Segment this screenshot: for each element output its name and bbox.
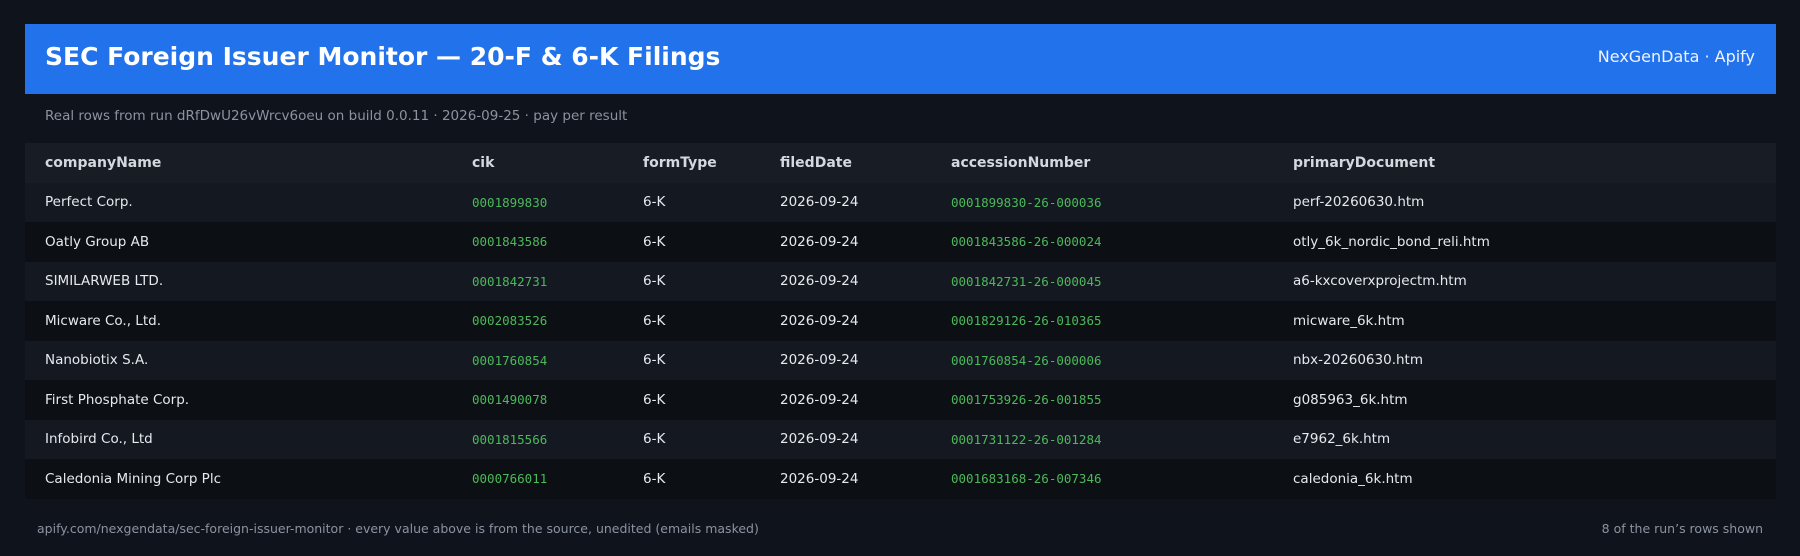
column-header-formtype[interactable]: formType — [643, 143, 717, 183]
filed-date-cell: 2026-09-24 — [780, 194, 859, 211]
filed-date-cell: 2026-09-24 — [780, 391, 859, 408]
company-name-cell: Infobird Co., Ltd — [45, 431, 153, 448]
cik-cell: 0001490078 — [472, 392, 548, 408]
table-header-row: companyName cik formType filedDate acces… — [25, 143, 1776, 183]
source-url-footer: apify.com/nexgendata/sec-foreign-issuer-… — [37, 521, 759, 536]
accession-number-cell: 0001843586-26-000024 — [951, 234, 1102, 250]
column-header-companyname[interactable]: companyName — [45, 143, 161, 183]
table-row: Caledonia Mining Corp Plc 0000766011 6-K… — [25, 459, 1776, 499]
cik-cell: 0000766011 — [472, 471, 548, 487]
column-header-cik[interactable]: cik — [472, 143, 494, 183]
cik-cell: 0002083526 — [472, 313, 548, 329]
accession-number-cell: 0001731122-26-001284 — [951, 431, 1102, 447]
company-name-cell: Caledonia Mining Corp Plc — [45, 470, 221, 487]
primary-document-cell: otly_6k_nordic_bond_reli.htm — [1293, 233, 1490, 250]
company-name-cell: Nanobiotix S.A. — [45, 352, 149, 369]
primary-document-cell: a6-kxcoverxprojectm.htm — [1293, 273, 1467, 290]
brand-label: NexGenData · Apify — [1597, 47, 1755, 66]
form-type-cell: 6-K — [643, 312, 666, 329]
cik-cell: 0001815566 — [472, 431, 548, 447]
column-header-accessionnumber[interactable]: accessionNumber — [951, 143, 1090, 183]
accession-number-cell: 0001829126-26-010365 — [951, 313, 1102, 329]
company-name-cell: SIMILARWEB LTD. — [45, 273, 164, 290]
header-banner: SEC Foreign Issuer Monitor — 20-F & 6-K … — [25, 24, 1776, 94]
table-row: First Phosphate Corp. 0001490078 6-K 202… — [25, 380, 1776, 420]
primary-document-cell: nbx-20260630.htm — [1293, 352, 1423, 369]
results-table: companyName cik formType filedDate acces… — [25, 143, 1776, 499]
table-row: Micware Co., Ltd. 0002083526 6-K 2026-09… — [25, 301, 1776, 341]
form-type-cell: 6-K — [643, 431, 666, 448]
company-name-cell: First Phosphate Corp. — [45, 391, 190, 408]
primary-document-cell: perf-20260630.htm — [1293, 194, 1425, 211]
company-name-cell: Oatly Group AB — [45, 233, 150, 250]
form-type-cell: 6-K — [643, 391, 666, 408]
filed-date-cell: 2026-09-24 — [780, 470, 859, 487]
run-info-subtitle: Real rows from run dRfDwU26vWrcv6oeu on … — [45, 108, 628, 124]
table-row: Nanobiotix S.A. 0001760854 6-K 2026-09-2… — [25, 340, 1776, 380]
form-type-cell: 6-K — [643, 194, 666, 211]
cik-cell: 0001843586 — [472, 234, 548, 250]
filed-date-cell: 2026-09-24 — [780, 352, 859, 369]
primary-document-cell: g085963_6k.htm — [1293, 391, 1408, 408]
cik-cell: 0001899830 — [472, 194, 548, 210]
table-row: Oatly Group AB 0001843586 6-K 2026-09-24… — [25, 222, 1776, 262]
primary-document-cell: caledonia_6k.htm — [1293, 470, 1413, 487]
accession-number-cell: 0001899830-26-000036 — [951, 194, 1102, 210]
primary-document-cell: micware_6k.htm — [1293, 312, 1405, 329]
accession-number-cell: 0001842731-26-000045 — [951, 273, 1102, 289]
filed-date-cell: 2026-09-24 — [780, 431, 859, 448]
page: SEC Foreign Issuer Monitor — 20-F & 6-K … — [0, 0, 1800, 556]
filed-date-cell: 2026-09-24 — [780, 273, 859, 290]
cik-cell: 0001760854 — [472, 352, 548, 368]
table-row: Infobird Co., Ltd 0001815566 6-K 2026-09… — [25, 419, 1776, 459]
form-type-cell: 6-K — [643, 470, 666, 487]
form-type-cell: 6-K — [643, 352, 666, 369]
table-row: Perfect Corp. 0001899830 6-K 2026-09-24 … — [25, 182, 1776, 222]
company-name-cell: Micware Co., Ltd. — [45, 312, 161, 329]
form-type-cell: 6-K — [643, 233, 666, 250]
page-title: SEC Foreign Issuer Monitor — 20-F & 6-K … — [45, 42, 721, 71]
accession-number-cell: 0001683168-26-007346 — [951, 471, 1102, 487]
company-name-cell: Perfect Corp. — [45, 194, 133, 211]
filed-date-cell: 2026-09-24 — [780, 233, 859, 250]
column-header-fileddate[interactable]: filedDate — [780, 143, 852, 183]
accession-number-cell: 0001760854-26-000006 — [951, 352, 1102, 368]
rows-shown-count: 8 of the run’s rows shown — [1601, 521, 1763, 536]
primary-document-cell: e7962_6k.htm — [1293, 431, 1391, 448]
cik-cell: 0001842731 — [472, 273, 548, 289]
column-header-primarydocument[interactable]: primaryDocument — [1293, 143, 1435, 183]
form-type-cell: 6-K — [643, 273, 666, 290]
accession-number-cell: 0001753926-26-001855 — [951, 392, 1102, 408]
filed-date-cell: 2026-09-24 — [780, 312, 859, 329]
table-row: SIMILARWEB LTD. 0001842731 6-K 2026-09-2… — [25, 261, 1776, 301]
